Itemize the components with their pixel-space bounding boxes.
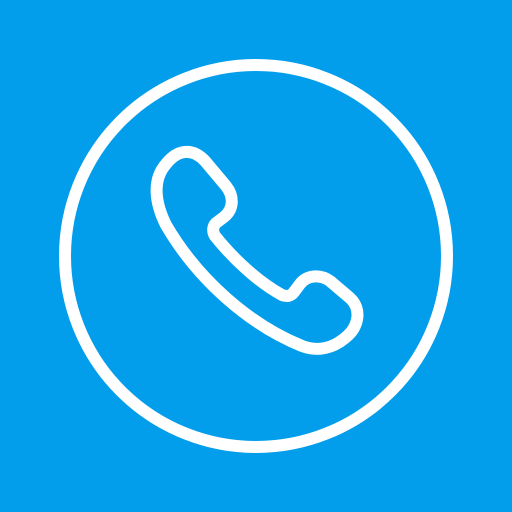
phone-app-icon[interactable] [0,0,512,512]
icon-background [0,0,512,512]
phone-app-icon-canvas [0,0,512,512]
